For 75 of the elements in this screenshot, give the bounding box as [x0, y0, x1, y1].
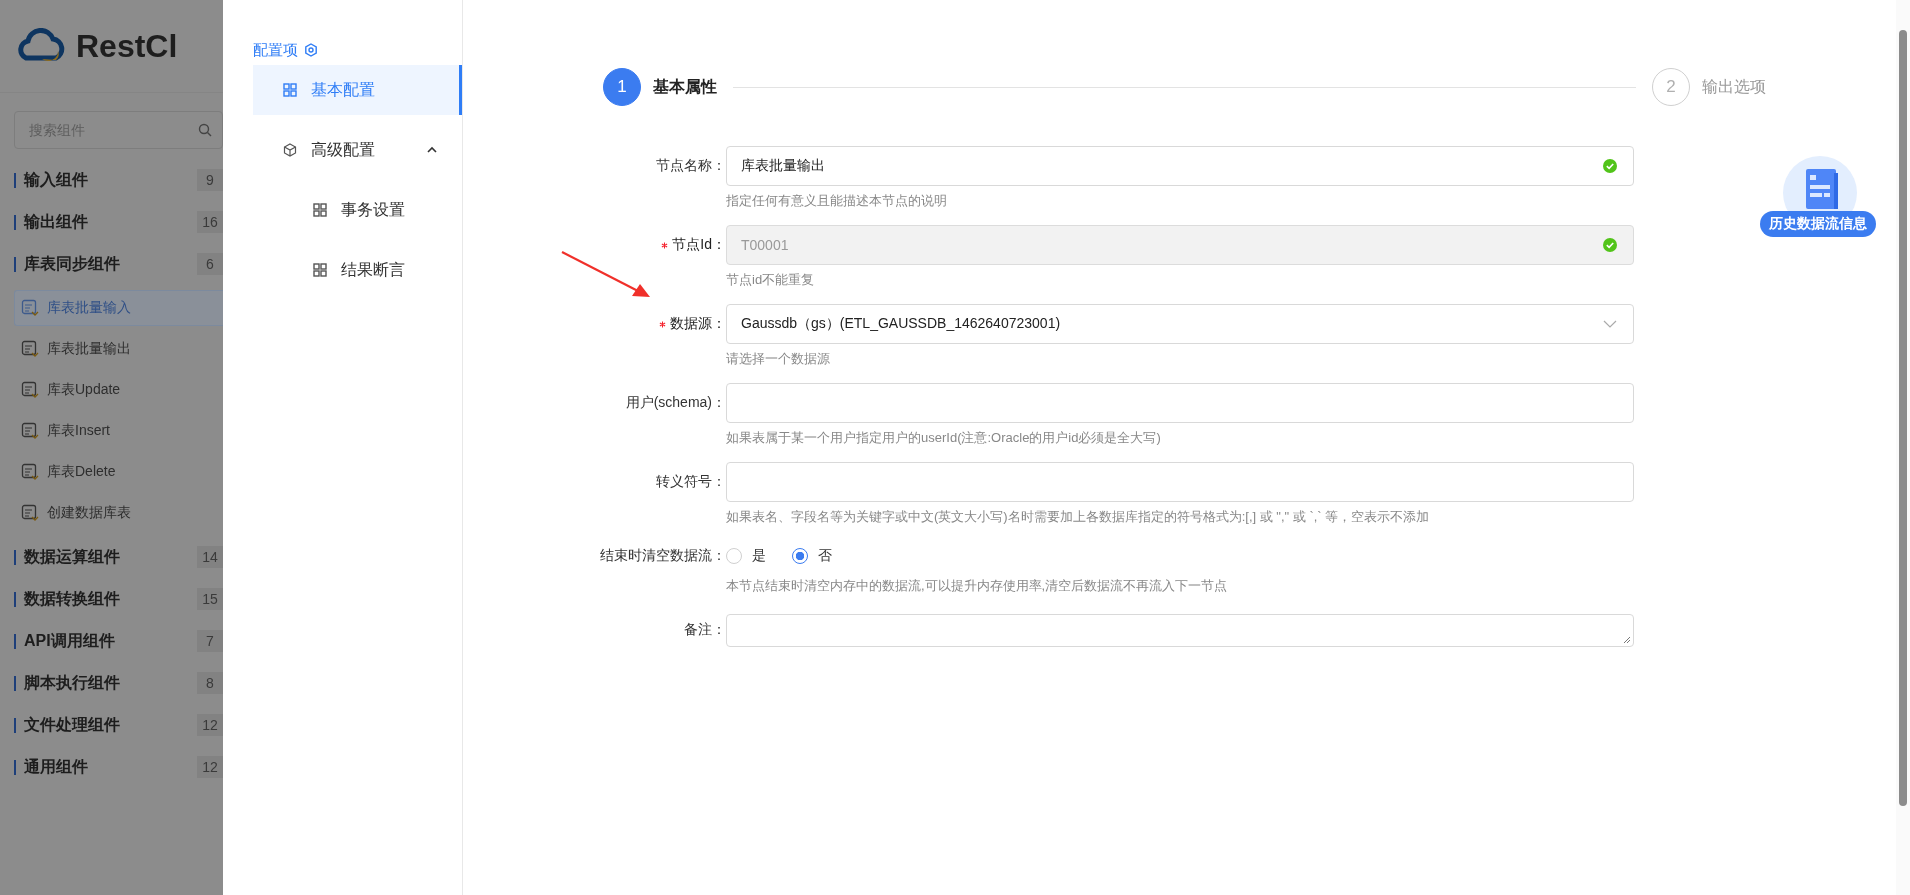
count-badge: 15	[197, 588, 223, 610]
component-item[interactable]: 库表批量输入	[14, 290, 223, 326]
table-icon	[21, 381, 39, 399]
field-hint: 节点id不能重复	[726, 271, 816, 289]
component-group[interactable]: 输入组件 9	[14, 159, 223, 201]
count-badge: 9	[197, 169, 223, 191]
component-group[interactable]: 输出组件 16	[14, 201, 223, 243]
resize-handle-icon[interactable]	[1623, 636, 1631, 644]
field-label: 用户(schema)：	[625, 394, 726, 412]
table-icon	[21, 463, 39, 481]
scrollbar[interactable]	[1896, 0, 1910, 895]
select-field[interactable]: Gaussdb（gs）(ETL_GAUSSDB_1462640723001)	[726, 304, 1634, 344]
count-badge: 12	[197, 756, 223, 778]
field-hint: 指定任何有意义且能描述本节点的说明	[726, 192, 948, 210]
nav-item[interactable]: 结果断言	[253, 245, 462, 295]
input-field[interactable]	[726, 383, 1634, 423]
cloud-logo-icon	[16, 28, 66, 64]
field-label: 结束时清空数据流：	[600, 547, 726, 565]
nav-item[interactable]: 基本配置	[253, 65, 462, 115]
field-hint: 请选择一个数据源	[726, 350, 831, 368]
field-hint: 如果表名、字段名等为关键字或中文(英文大小写)名时需要加上各数据库指定的符号格式为:[,] 或 "," 或 `,` 等，空表示不添加	[726, 508, 1431, 526]
component-item[interactable]: 库表Insert	[14, 413, 223, 449]
table-icon	[21, 299, 39, 317]
grid-icon	[313, 203, 327, 217]
grid-icon	[313, 263, 327, 277]
field-hint: 如果表属于某一个用户指定用户的userId(注意:Oracle的用户id必须是全大写)	[726, 429, 1162, 447]
logo-text: RestCl	[76, 27, 178, 65]
grid-icon	[283, 83, 297, 97]
table-icon	[21, 504, 39, 522]
step-label: 输出选项	[1702, 76, 1766, 97]
field-label: 备注：	[684, 621, 726, 639]
asterisk-icon	[661, 241, 669, 249]
field-hint: 本节点结束时清空内存中的数据流,可以提升内存使用率,清空后数据流不再流入下一节点	[726, 577, 1229, 595]
config-title: 配置项	[253, 40, 298, 60]
field-label: 转义符号：	[656, 473, 726, 491]
table-icon	[21, 422, 39, 440]
count-badge: 12	[197, 714, 223, 736]
component-item[interactable]: 创建数据库表	[14, 495, 223, 531]
table-icon	[21, 340, 39, 358]
component-group[interactable]: 文件处理组件 12	[14, 704, 223, 746]
count-badge: 8	[197, 672, 223, 694]
component-item[interactable]: 库表Delete	[14, 454, 223, 490]
notes-field[interactable]	[726, 614, 1634, 647]
check-icon	[1603, 238, 1617, 252]
component-group[interactable]: 脚本执行组件 8	[14, 662, 223, 704]
nav-item[interactable]: 事务设置	[253, 185, 462, 235]
search-icon	[198, 123, 212, 137]
component-group[interactable]: 数据转换组件 15	[14, 578, 223, 620]
radio-option[interactable]: 否	[792, 547, 832, 565]
settings-icon[interactable]	[304, 43, 318, 57]
step-number: 1	[603, 68, 641, 106]
chevron-down-icon	[1603, 320, 1617, 328]
asterisk-icon	[659, 320, 666, 328]
history-button[interactable]: 历史数据流信息	[1760, 155, 1880, 237]
component-item[interactable]: 库表Update	[14, 372, 223, 408]
field-label: 节点Id：	[672, 236, 726, 254]
component-group[interactable]: API调用组件 7	[14, 620, 223, 662]
step-label: 基本属性	[653, 76, 717, 97]
component-group[interactable]: 通用组件 12	[14, 746, 223, 788]
check-icon	[1603, 159, 1617, 173]
component-item[interactable]: 库表批量输出	[14, 331, 223, 367]
caret-icon	[426, 146, 438, 154]
field-label: 节点名称：	[656, 157, 726, 175]
field-label: 数据源：	[670, 315, 726, 333]
input-field[interactable]: 库表批量输出	[726, 146, 1634, 186]
cube-icon	[283, 143, 297, 157]
nav-item[interactable]: 高级配置	[253, 125, 462, 175]
input-field[interactable]	[726, 462, 1634, 502]
count-badge: 14	[197, 546, 223, 568]
radio-option[interactable]: 是	[726, 547, 766, 565]
component-group[interactable]: 数据运算组件 14	[14, 536, 223, 578]
component-group[interactable]: 库表同步组件 6	[14, 243, 223, 285]
count-badge: 7	[197, 630, 223, 652]
count-badge: 6	[197, 253, 223, 275]
count-badge: 16	[197, 211, 223, 233]
